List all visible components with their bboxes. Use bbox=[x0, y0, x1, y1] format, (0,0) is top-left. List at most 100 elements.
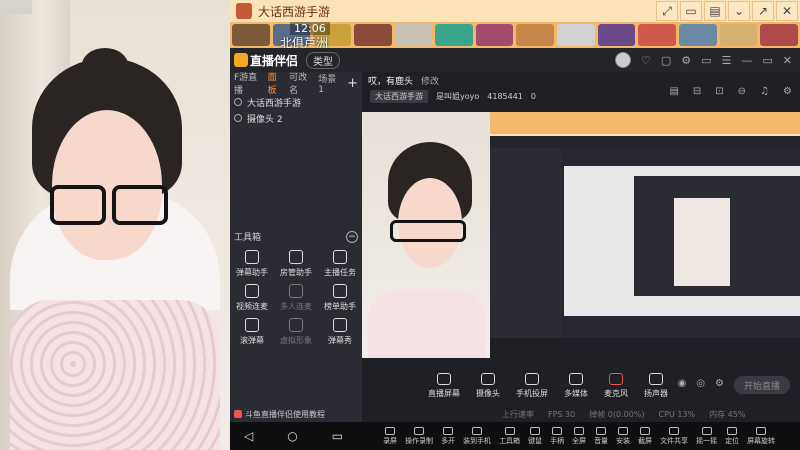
screen-icon[interactable]: ▭ bbox=[701, 54, 711, 67]
brand-name: 直播伴侣 bbox=[250, 53, 299, 68]
tool-rank[interactable]: 榜单助手 bbox=[318, 284, 362, 312]
popout-icon[interactable]: ↗ bbox=[752, 1, 774, 21]
taskbar-item[interactable]: 全屏 bbox=[572, 426, 586, 446]
download-icon bbox=[289, 284, 303, 298]
toolbox-grid: 弹幕助手 房管助手 主播任务 视频连麦 多人连麦 榜单助手 滚弹幕 虚拟形象 弹… bbox=[230, 250, 362, 346]
taskbar-item[interactable]: 键鼠 bbox=[528, 426, 542, 446]
eye-icon[interactable]: ◎ bbox=[696, 378, 705, 389]
back-button[interactable]: ◁ bbox=[244, 429, 253, 443]
close-icon[interactable]: ✕ bbox=[783, 54, 792, 67]
taskbar-item[interactable]: 截屏 bbox=[638, 426, 652, 446]
heat-count: 0 bbox=[530, 91, 536, 101]
taskbar-item[interactable]: 定位 bbox=[725, 426, 739, 446]
taskbar-item[interactable]: 安装 bbox=[616, 426, 630, 446]
tool-room-admin[interactable]: 房管助手 bbox=[274, 250, 318, 278]
eye-icon[interactable] bbox=[234, 114, 242, 122]
record-icon[interactable]: ◉ bbox=[678, 378, 687, 389]
taskbar-item[interactable]: 音量 bbox=[594, 426, 608, 446]
add-scene-button[interactable]: + bbox=[347, 76, 358, 91]
game-app-icon bbox=[236, 3, 252, 19]
streamer-body bbox=[10, 300, 220, 450]
tab-rename[interactable]: 可改名 bbox=[289, 70, 312, 96]
category-badge[interactable]: 大话西游手游 bbox=[370, 89, 428, 103]
memory-usage: 内存 45% bbox=[709, 409, 746, 419]
tool-avatar[interactable]: 虚拟形象 bbox=[274, 318, 318, 346]
tutorial-notice[interactable]: 斗鱼直播伴侣使用教程 bbox=[230, 406, 362, 422]
tool-video-link[interactable]: 视频连麦 bbox=[230, 284, 274, 312]
rank-icon bbox=[333, 284, 347, 298]
toolbox-title: 工具箱 bbox=[234, 233, 262, 243]
brand-logo-icon bbox=[234, 53, 248, 67]
preview-camera bbox=[362, 112, 490, 358]
scroll-icon bbox=[245, 318, 259, 332]
fullscreen-icon[interactable]: ⤢ bbox=[656, 1, 678, 21]
settings-icon[interactable]: ⚙ bbox=[783, 86, 792, 97]
mode-tag[interactable]: 类型 bbox=[306, 51, 341, 69]
camera-icon bbox=[481, 373, 495, 385]
settings-icon[interactable]: ⚙ bbox=[681, 54, 691, 67]
notice-text: 斗鱼直播伴侣使用教程 bbox=[245, 409, 325, 419]
speaker-button[interactable]: 扬声器 bbox=[644, 373, 668, 399]
media-button[interactable]: 多媒体 bbox=[564, 373, 588, 399]
tool-multi-link[interactable]: 多人连麦 bbox=[274, 284, 318, 312]
tool-danmu-show[interactable]: 弹幕秀 bbox=[318, 318, 362, 346]
taskbar-item[interactable]: 摇一摇 bbox=[696, 426, 717, 446]
music-icon[interactable]: ♫ bbox=[760, 86, 769, 97]
tool-scroll-danmu[interactable]: 滚弹幕 bbox=[230, 318, 274, 346]
source-item[interactable]: 摄像头 2 bbox=[230, 110, 362, 126]
camera-button[interactable]: 摄像头 bbox=[476, 373, 500, 399]
taskbar-item[interactable]: 装到手机 bbox=[463, 426, 491, 446]
window-icon[interactable]: ▭ bbox=[680, 1, 702, 21]
taskbar-item[interactable]: 多开 bbox=[441, 426, 455, 446]
tab-live[interactable]: F游直播 bbox=[234, 70, 262, 96]
close-icon[interactable]: ✕ bbox=[776, 1, 798, 21]
main-area: 哎，有鹿头 修改 大话西游手游 是叫姐yoyo 4185441 0 ▤ ⊟ ⊡ … bbox=[362, 72, 800, 422]
lock-icon[interactable]: ⊟ bbox=[693, 86, 701, 97]
tool-danmu[interactable]: 弹幕助手 bbox=[230, 250, 274, 278]
gear-icon[interactable]: ⚙ bbox=[715, 378, 724, 389]
taskbar-item[interactable]: 工具箱 bbox=[499, 426, 520, 446]
taskbar-item[interactable]: 操作录制 bbox=[405, 426, 433, 446]
game-title: 大话西游手游 bbox=[258, 4, 331, 19]
avatar[interactable] bbox=[614, 52, 631, 68]
message-icon[interactable]: ▢ bbox=[661, 54, 671, 67]
taskbar-item[interactable]: 文件共享 bbox=[660, 426, 688, 446]
home-button[interactable]: ○ bbox=[287, 429, 297, 443]
live-tools: ◉ ◎ ⚙ bbox=[678, 378, 724, 389]
crop-icon[interactable]: ⊡ bbox=[715, 86, 723, 97]
minimize-icon[interactable]: — bbox=[741, 54, 752, 67]
preview-toolbar: ▤ ⊟ ⊡ ⊖ ♫ ⚙ bbox=[669, 86, 792, 97]
start-live-button[interactable]: 开始直播 bbox=[734, 376, 790, 394]
taskbar-item[interactable]: 屏幕旋转 bbox=[747, 426, 775, 446]
phone-cast-button[interactable]: 手机投屏 bbox=[516, 373, 548, 399]
scene-tabs: F游直播 面板 可改名 场景 1 + bbox=[230, 70, 362, 96]
minimize-icon[interactable]: ⌄ bbox=[728, 1, 750, 21]
edit-button[interactable]: 修改 bbox=[421, 74, 439, 87]
collapse-icon[interactable]: − bbox=[346, 230, 358, 243]
microphone-button[interactable]: 麦克风 bbox=[604, 373, 628, 399]
speaker-icon bbox=[649, 373, 663, 385]
streamer-name: 是叫姐yoyo bbox=[436, 91, 480, 101]
tool-tasks[interactable]: 主播任务 bbox=[318, 250, 362, 278]
media-icon bbox=[569, 373, 583, 385]
source-item[interactable]: 大话西游手游 bbox=[230, 94, 362, 110]
menu-icon[interactable]: ☰ bbox=[722, 54, 732, 67]
heart-icon[interactable]: ♡ bbox=[641, 54, 651, 67]
stream-preview[interactable] bbox=[362, 112, 800, 358]
tab-scene-1[interactable]: 场景 1 bbox=[318, 72, 341, 95]
glasses bbox=[46, 185, 170, 227]
bell-icon[interactable]: ⊖ bbox=[738, 86, 746, 97]
eye-icon[interactable] bbox=[234, 98, 242, 106]
recent-apps-button[interactable]: ▭ bbox=[332, 429, 343, 443]
layout-icon[interactable]: ▤ bbox=[669, 86, 678, 97]
menu-icon[interactable]: ▤ bbox=[704, 1, 726, 21]
maximize-icon[interactable]: ▭ bbox=[762, 54, 772, 67]
tv-icon bbox=[333, 318, 347, 332]
screen-capture-button[interactable]: 直播屏幕 bbox=[428, 373, 460, 399]
user-icon bbox=[289, 250, 303, 264]
taskbar-item[interactable]: 录屏 bbox=[383, 426, 397, 446]
screen: 大话西游手游 ⤢ ▭ ▤ ⌄ ↗ ✕ 12:06 北俱芦洲 直播伴侣 类型 ♡ … bbox=[0, 0, 800, 450]
tab-panel[interactable]: 面板 bbox=[268, 70, 283, 96]
taskbar-item[interactable]: 手柄 bbox=[550, 426, 564, 446]
upload-rate: 上行速率 bbox=[502, 409, 534, 419]
